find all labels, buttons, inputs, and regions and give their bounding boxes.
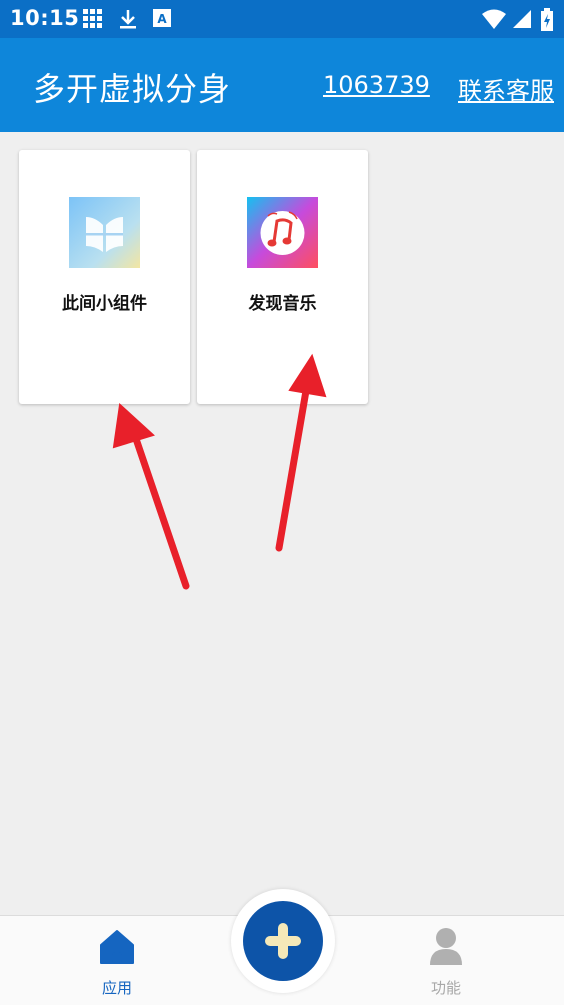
contact-service-link[interactable]: 联系客服 [458, 71, 554, 106]
battery-icon [541, 8, 553, 31]
nav-functions-label: 功能 [430, 979, 461, 997]
annotation-arrowhead [112, 402, 155, 449]
annotation-arrow [275, 381, 311, 552]
grid-icon [83, 9, 102, 28]
app-label: 发现音乐 [248, 294, 317, 314]
user-id-link[interactable]: 1063739 [323, 71, 430, 99]
nav-apps-label: 应用 [101, 979, 132, 997]
plus-icon [265, 923, 301, 959]
wifi-icon [482, 9, 506, 29]
status-bar: 10:15 A [0, 0, 564, 38]
widget-book-icon [69, 197, 140, 268]
app-title: 多开虚拟分身 [33, 70, 232, 108]
nav-functions[interactable]: 功能 [386, 916, 506, 1005]
app-card-music[interactable]: 发现音乐 [197, 150, 368, 404]
svg-text:A: A [157, 12, 167, 26]
font-icon: A [153, 9, 171, 27]
home-icon [100, 930, 134, 964]
status-time: 10:15 [10, 6, 80, 30]
music-note-icon [247, 197, 318, 268]
annotation-arrow [129, 426, 190, 590]
download-icon [120, 10, 136, 29]
app-bar: 多开虚拟分身 1063739 联系客服 [0, 38, 564, 132]
add-app-button[interactable] [243, 901, 323, 981]
app-label: 此间小组件 [62, 294, 147, 314]
signal-icon [513, 10, 531, 28]
nav-apps[interactable]: 应用 [57, 916, 177, 1005]
person-icon [430, 928, 462, 965]
fab-container [231, 889, 335, 993]
app-card-widget[interactable]: 此间小组件 [19, 150, 190, 404]
